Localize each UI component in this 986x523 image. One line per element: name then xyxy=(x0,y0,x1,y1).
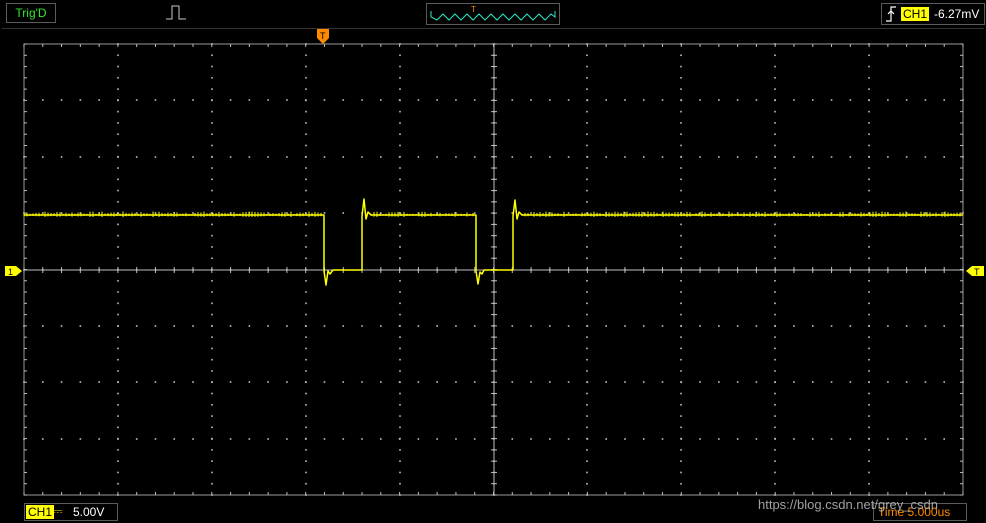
trigger-position-marker-label: T xyxy=(320,31,326,41)
ch1-label: CH1 xyxy=(26,505,55,519)
trigger-level-marker[interactable]: T xyxy=(966,266,984,277)
trigger-position-marker[interactable]: T xyxy=(317,29,329,44)
ch1-scale-readout[interactable]: CH1 ⎓ 5.00V xyxy=(24,503,118,521)
ch1-volts-per-div: 5.00V xyxy=(73,505,105,519)
ch1-ground-marker[interactable]: 1 xyxy=(5,266,22,277)
scope-display[interactable]: T 1 T xyxy=(0,0,986,522)
watermark: https://blog.csdn.net/grey_csdn xyxy=(758,497,938,512)
trigger-level-marker-label: T xyxy=(974,267,980,277)
ch1-ground-marker-label: 1 xyxy=(8,267,13,277)
dc-coupling-icon: ⎓ xyxy=(53,504,63,518)
